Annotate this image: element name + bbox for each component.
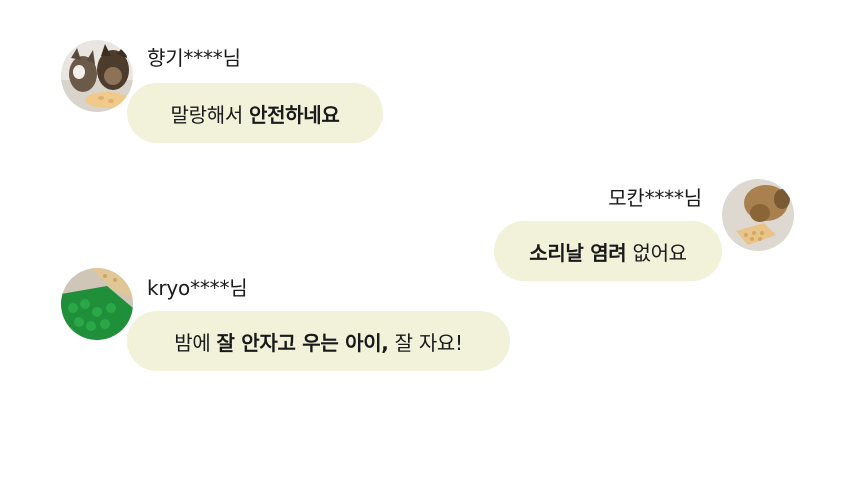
review-bubble: 말랑해서 안전하네요: [127, 83, 383, 143]
review-text-emphasis: 잘 안자고 우는 아이,: [216, 330, 389, 355]
review-bubble: 소리날 염려 없어요: [494, 221, 722, 281]
review-text: 말랑해서: [170, 102, 249, 127]
green-snuffle-mat-avatar-icon: [61, 268, 133, 340]
review-text: 없어요: [626, 240, 687, 265]
reviewer-name: 모칸****님: [608, 186, 702, 210]
review-chat-panel: 향기****님 말랑해서 안전하네요 모칸****님 소리날 염려 없어요 kr…: [0, 0, 860, 500]
review-text-emphasis: 소리날 염려: [529, 240, 627, 265]
cats-avatar-icon: [61, 40, 133, 112]
reviewer-name: kryo****님: [147, 276, 248, 300]
reviewer-name: 향기****님: [147, 46, 241, 70]
review-text: 잘 자요!: [388, 330, 463, 355]
dog-sniffing-mat-avatar-icon: [722, 179, 794, 251]
review-bubble: 밤에 잘 안자고 우는 아이, 잘 자요!: [127, 311, 510, 371]
review-text-emphasis: 안전하네요: [248, 102, 340, 127]
review-text: 밤에: [174, 330, 217, 355]
